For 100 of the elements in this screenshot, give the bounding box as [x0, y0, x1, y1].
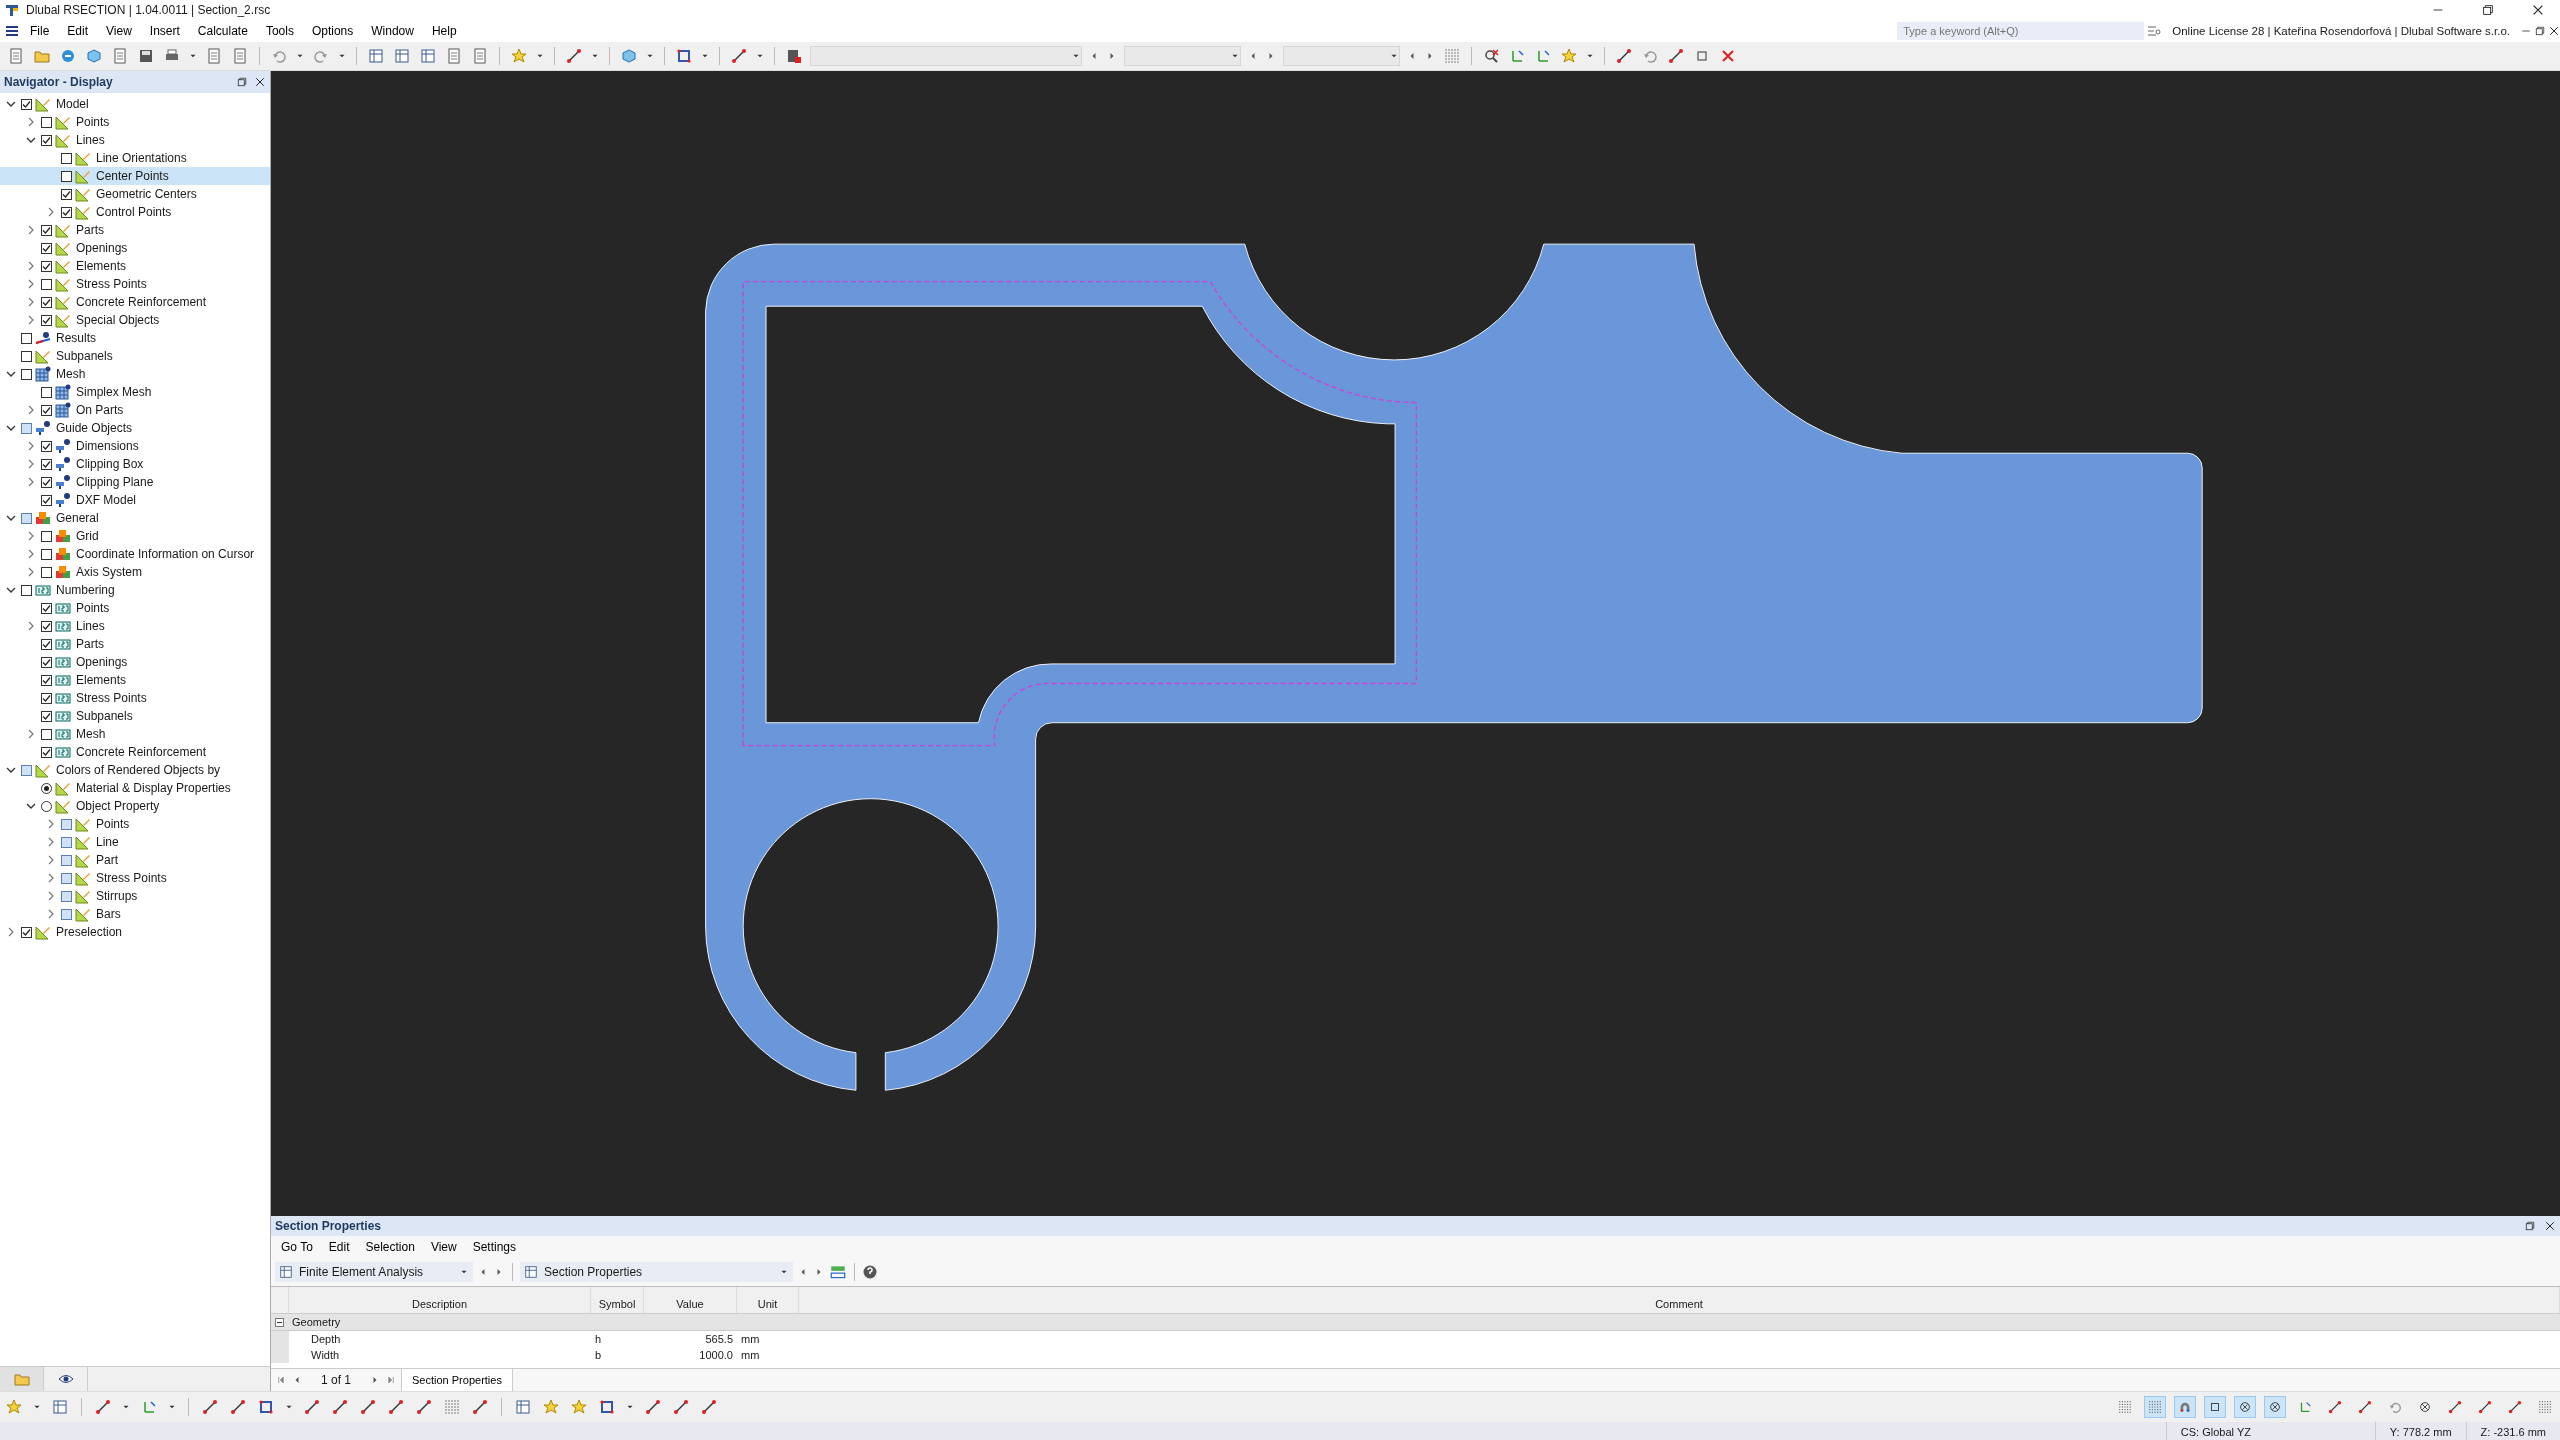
column-header[interactable]: Value [644, 1287, 737, 1313]
checkbox[interactable] [41, 656, 52, 668]
checkbox[interactable] [61, 152, 72, 164]
checkbox[interactable] [21, 584, 32, 596]
menu-item[interactable]: Settings [464, 1238, 525, 1256]
checkbox[interactable] [61, 188, 72, 200]
tree-row[interactable]: Elements [0, 257, 270, 275]
menu-item[interactable]: Edit [59, 22, 97, 40]
checkbox[interactable] [41, 638, 52, 650]
column-header[interactable]: Symbol [591, 1287, 644, 1313]
checkbox[interactable] [41, 710, 52, 722]
tree-row[interactable]: Openings [0, 653, 270, 671]
cross-section-shape[interactable] [705, 243, 2203, 1091]
snap-toggle-button[interactable] [2264, 1396, 2286, 1418]
table-dropdown[interactable]: Section Properties [520, 1262, 793, 1282]
menu-icon[interactable] [4, 23, 20, 39]
menu-item[interactable]: View [422, 1238, 465, 1256]
tree-row[interactable]: Clipping Plane [0, 473, 270, 491]
snap-toggle-button[interactable] [2144, 1396, 2166, 1418]
menu-item[interactable]: File [22, 22, 58, 40]
menu-item[interactable]: Go To [273, 1238, 321, 1256]
column-header[interactable]: Comment [799, 1287, 2560, 1313]
checkbox[interactable] [41, 548, 52, 560]
column-header[interactable]: Unit [737, 1287, 799, 1313]
tree-row[interactable]: Stress Points [0, 689, 270, 707]
tree-row[interactable]: Control Points [0, 203, 270, 221]
tree-row[interactable]: Model [0, 95, 270, 113]
checkbox[interactable] [41, 620, 52, 632]
tree-row[interactable]: Concrete Reinforcement [0, 293, 270, 311]
restore-icon[interactable] [2524, 1220, 2536, 1232]
tree-row[interactable]: Bars [0, 905, 270, 923]
checkbox[interactable] [41, 278, 52, 290]
analysis-dropdown[interactable]: Finite Element Analysis [275, 1262, 473, 1282]
tree-row[interactable]: Mesh [0, 365, 270, 383]
restore-icon[interactable] [2481, 3, 2495, 17]
tree-row[interactable]: Results [0, 329, 270, 347]
tree-row[interactable]: Numbering [0, 581, 270, 599]
search-field[interactable]: Type a keyword (Alt+Q) [1897, 22, 2145, 40]
checkbox[interactable] [61, 908, 72, 920]
checkbox[interactable] [41, 314, 52, 326]
tree-row[interactable]: Mesh [0, 725, 270, 743]
tree-row[interactable]: Lines [0, 131, 270, 149]
tree-row[interactable]: Simplex Mesh [0, 383, 270, 401]
menu-item[interactable]: Calculate [189, 22, 256, 40]
first-page-icon[interactable] [275, 1374, 287, 1386]
menu-item[interactable]: Window [363, 22, 422, 40]
tree-row[interactable]: Stress Points [0, 869, 270, 887]
checkbox[interactable] [41, 224, 52, 236]
tree-row[interactable]: Dimensions [0, 437, 270, 455]
checkbox[interactable] [61, 170, 72, 182]
checkbox[interactable] [61, 890, 72, 902]
menu-item[interactable]: Selection [357, 1238, 423, 1256]
close-icon[interactable] [2544, 1220, 2556, 1232]
tree-row[interactable]: Coordinate Information on Cursor [0, 545, 270, 563]
tree-row[interactable]: Axis System [0, 563, 270, 581]
checkbox[interactable] [21, 512, 32, 524]
tree-row[interactable]: Guide Objects [0, 419, 270, 437]
tree-row[interactable]: Subpanels [0, 707, 270, 725]
checkbox[interactable] [61, 206, 72, 218]
tree-row[interactable]: Material & Display Properties [0, 779, 270, 797]
menu-item[interactable]: Insert [141, 22, 188, 40]
model-viewport[interactable] [271, 71, 2560, 1216]
tree-row[interactable]: Points [0, 815, 270, 833]
menu-item[interactable]: Help [423, 22, 465, 40]
checkbox[interactable] [41, 602, 52, 614]
checkbox[interactable] [61, 818, 72, 830]
checkbox[interactable] [21, 98, 32, 110]
checkbox[interactable] [61, 836, 72, 848]
tree-row[interactable]: Geometric Centers [0, 185, 270, 203]
snap-toggle-button[interactable] [2234, 1396, 2256, 1418]
tree-row[interactable]: Points [0, 599, 270, 617]
tree-row[interactable]: On Parts [0, 401, 270, 419]
checkbox[interactable] [41, 458, 52, 470]
radio-button[interactable] [41, 782, 52, 794]
tree-row[interactable]: Stress Points [0, 275, 270, 293]
checkbox[interactable] [41, 116, 52, 128]
tree-row[interactable]: DXF Model [0, 491, 270, 509]
snap-toggle-button[interactable] [2204, 1396, 2226, 1418]
close-icon[interactable] [254, 76, 266, 88]
sheet-tab[interactable]: Section Properties [401, 1369, 513, 1391]
search-options-icon[interactable] [2146, 23, 2163, 39]
checkbox[interactable] [21, 350, 32, 362]
restore-icon[interactable] [2534, 25, 2546, 37]
checkbox[interactable] [21, 926, 32, 938]
checkbox[interactable] [41, 476, 52, 488]
checkbox[interactable] [41, 296, 52, 308]
tree-row[interactable]: Parts [0, 221, 270, 239]
menu-item[interactable]: Tools [257, 22, 302, 40]
tree-row[interactable]: Line [0, 833, 270, 851]
tree-row[interactable]: Parts [0, 635, 270, 653]
tree-row[interactable]: Clipping Box [0, 455, 270, 473]
checkbox[interactable] [41, 242, 52, 254]
checkbox[interactable] [41, 692, 52, 704]
tree-row[interactable]: Center Points [0, 167, 270, 185]
tree-row[interactable]: Grid [0, 527, 270, 545]
checkbox[interactable] [41, 728, 52, 740]
checkbox[interactable] [61, 872, 72, 884]
tree-row[interactable]: Subpanels [0, 347, 270, 365]
checkbox[interactable] [41, 404, 52, 416]
tree-row[interactable]: Stirrups [0, 887, 270, 905]
